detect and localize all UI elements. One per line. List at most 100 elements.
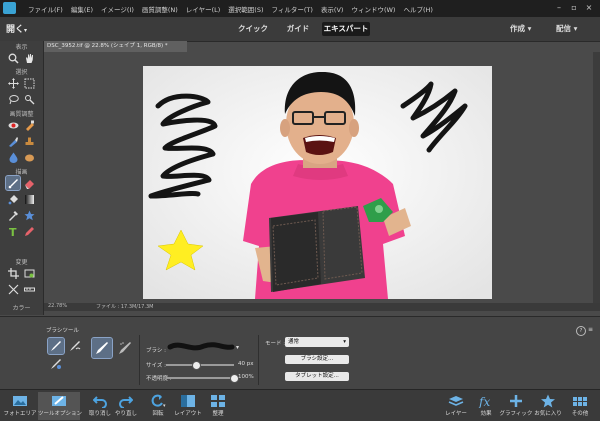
svg-text:▾: ▾ — [163, 403, 166, 408]
photo-bin-label: フォトエリア — [3, 411, 37, 417]
menu-enhance[interactable]: 画質調整(N) — [138, 4, 182, 14]
share-menu[interactable]: 配信 ▾ — [556, 22, 577, 36]
quick-selection-tool-icon[interactable] — [22, 92, 36, 106]
menu-help[interactable]: ヘルプ(H) — [399, 4, 436, 14]
zoom-tool-icon[interactable] — [6, 51, 20, 65]
create-label: 作成 — [510, 24, 525, 33]
size-slider[interactable] — [166, 361, 234, 370]
maximize-icon[interactable]: ▫ — [568, 2, 580, 13]
marquee-tool-icon[interactable] — [22, 76, 36, 90]
section-view-label: 表示 — [15, 44, 28, 51]
pencil-tool-icon[interactable] — [22, 224, 36, 238]
tab-guided[interactable]: ガイド — [280, 22, 316, 36]
eyedropper-tool-icon[interactable] — [6, 208, 20, 222]
document-canvas[interactable] — [143, 66, 492, 299]
chevron-down-icon[interactable]: ▾ — [236, 344, 239, 351]
photo-bin-button[interactable]: フォトエリア — [0, 392, 40, 420]
menu-edit[interactable]: 編集(E) — [67, 4, 97, 14]
healing-brush-tool-icon[interactable] — [22, 118, 36, 132]
task-bar: フォトエリア ツールオプション 取り消し やり直し ▾ 回転 レイアウト 整理 … — [0, 389, 600, 421]
svg-text:T: T — [9, 226, 17, 237]
brush-settings-button[interactable]: ブラシ設定... — [285, 355, 349, 364]
brush-mode-icon[interactable] — [91, 337, 113, 359]
hand-tool-icon[interactable] — [22, 51, 36, 65]
clone-stamp-tool-icon[interactable] — [22, 134, 36, 148]
blend-mode-value: 通常 — [288, 339, 300, 345]
chevron-down-icon: ▾ — [527, 24, 532, 33]
toolbox: 表示 選択 画質調整 描画 T 変更 カラー — [0, 41, 44, 315]
section-modify-label: 変更 — [15, 259, 28, 266]
type-tool-icon[interactable]: T — [6, 224, 20, 238]
organizer-button[interactable]: 整理 — [198, 392, 238, 420]
open-label: 開く — [6, 25, 25, 35]
organizer-label: 整理 — [212, 411, 224, 417]
move-tool-icon[interactable] — [6, 76, 20, 90]
straighten-tool-icon[interactable] — [22, 282, 36, 296]
minimize-icon[interactable]: – — [553, 2, 565, 13]
panel-menu-icon[interactable]: ≡ — [588, 326, 593, 333]
size-value: 40 px — [238, 361, 254, 367]
tablet-settings-button[interactable]: タブレット設定... — [285, 372, 349, 381]
custom-shape-tool-icon[interactable] — [22, 208, 36, 222]
crop-tool-icon[interactable] — [6, 266, 20, 280]
document-tab[interactable]: DSC_3952.tif @ 22.8% (シェイプ 1, RGB/8) * — [44, 41, 187, 52]
tab-expert[interactable]: エキスパート — [322, 22, 370, 36]
svg-text:fx: fx — [478, 395, 490, 408]
more-label: その他 — [571, 411, 589, 417]
chevron-down-icon: ▾ — [343, 339, 346, 345]
red-eye-tool-icon[interactable] — [6, 118, 20, 132]
photo-artwork — [143, 66, 492, 299]
app-icon[interactable] — [3, 2, 16, 14]
tool-options-label: ツールオプション — [38, 411, 83, 417]
chevron-down-icon: ▾ — [573, 24, 578, 33]
mode-label: モード : — [265, 341, 286, 347]
impressionist-brush-icon[interactable] — [67, 338, 83, 354]
lasso-tool-icon[interactable] — [6, 92, 20, 106]
section-select-label: 選択 — [15, 69, 28, 76]
vertical-scrollbar[interactable] — [593, 52, 600, 303]
menu-file[interactable]: ファイル(F) — [24, 4, 67, 14]
help-icon[interactable]: ? — [576, 326, 586, 336]
menu-layer[interactable]: レイヤー(L) — [182, 4, 225, 14]
recompose-tool-icon[interactable] — [22, 266, 36, 280]
brush-preset-picker[interactable] — [166, 339, 236, 355]
menu-window[interactable]: ウィンドウ(W) — [347, 4, 399, 14]
blend-mode-select[interactable]: 通常 ▾ — [285, 337, 349, 347]
airbrush-mode-icon[interactable] — [115, 338, 135, 358]
more-button[interactable]: その他 — [560, 392, 600, 420]
content-aware-move-tool-icon[interactable] — [6, 282, 20, 296]
size-label: サイズ : — [146, 363, 166, 369]
open-button[interactable]: 開く▾ — [6, 22, 32, 35]
chevron-down-icon: ▾ — [24, 27, 28, 34]
opacity-value: 100% — [238, 374, 254, 380]
mode-bar: 開く▾ クイック ガイド エキスパート 作成 ▾ 配信 ▾ — [0, 17, 600, 42]
size-slider-knob[interactable] — [192, 361, 201, 370]
section-draw-label: 描画 — [15, 169, 28, 176]
section-enhance-label: 画質調整 — [9, 111, 34, 118]
tool-options-panel: ブラシツール ? ≡ ブラシ : ▾ サイズ : 40 px 不透明度 : 10… — [0, 316, 600, 390]
zoom-readout: 22.78% — [48, 303, 68, 309]
create-menu[interactable]: 作成 ▾ — [510, 22, 531, 36]
section-color-label: カラー — [12, 305, 31, 312]
brush-type-icon[interactable] — [47, 337, 65, 355]
smart-brush-tool-icon[interactable] — [6, 134, 20, 148]
paint-bucket-tool-icon[interactable] — [6, 192, 20, 206]
color-replacement-brush-icon[interactable] — [48, 356, 64, 372]
blur-tool-icon[interactable] — [6, 150, 20, 164]
menu-view[interactable]: 表示(V) — [317, 4, 348, 14]
tool-name: ブラシツール — [46, 328, 79, 334]
close-icon[interactable]: × — [583, 2, 595, 13]
status-bar: 22.78% ファイル : 17.3M/17.3M — [44, 303, 600, 311]
menu-filter[interactable]: フィルター(T) — [268, 4, 317, 14]
opacity-slider[interactable] — [166, 374, 239, 383]
eraser-tool-icon[interactable] — [22, 176, 36, 190]
menu-bar: ファイル(F) 編集(E) イメージ(I) 画質調整(N) レイヤー(L) 選択… — [0, 0, 600, 17]
tab-quick[interactable]: クイック — [232, 22, 274, 36]
brush-label: ブラシ : — [146, 348, 166, 354]
menu-select[interactable]: 選択範囲(S) — [224, 4, 267, 14]
tool-options-button[interactable]: ツールオプション — [38, 392, 83, 420]
menu-image[interactable]: イメージ(I) — [97, 4, 138, 14]
gradient-tool-icon[interactable] — [22, 192, 36, 206]
brush-tool-icon[interactable] — [5, 175, 21, 191]
sponge-tool-icon[interactable] — [22, 150, 36, 164]
